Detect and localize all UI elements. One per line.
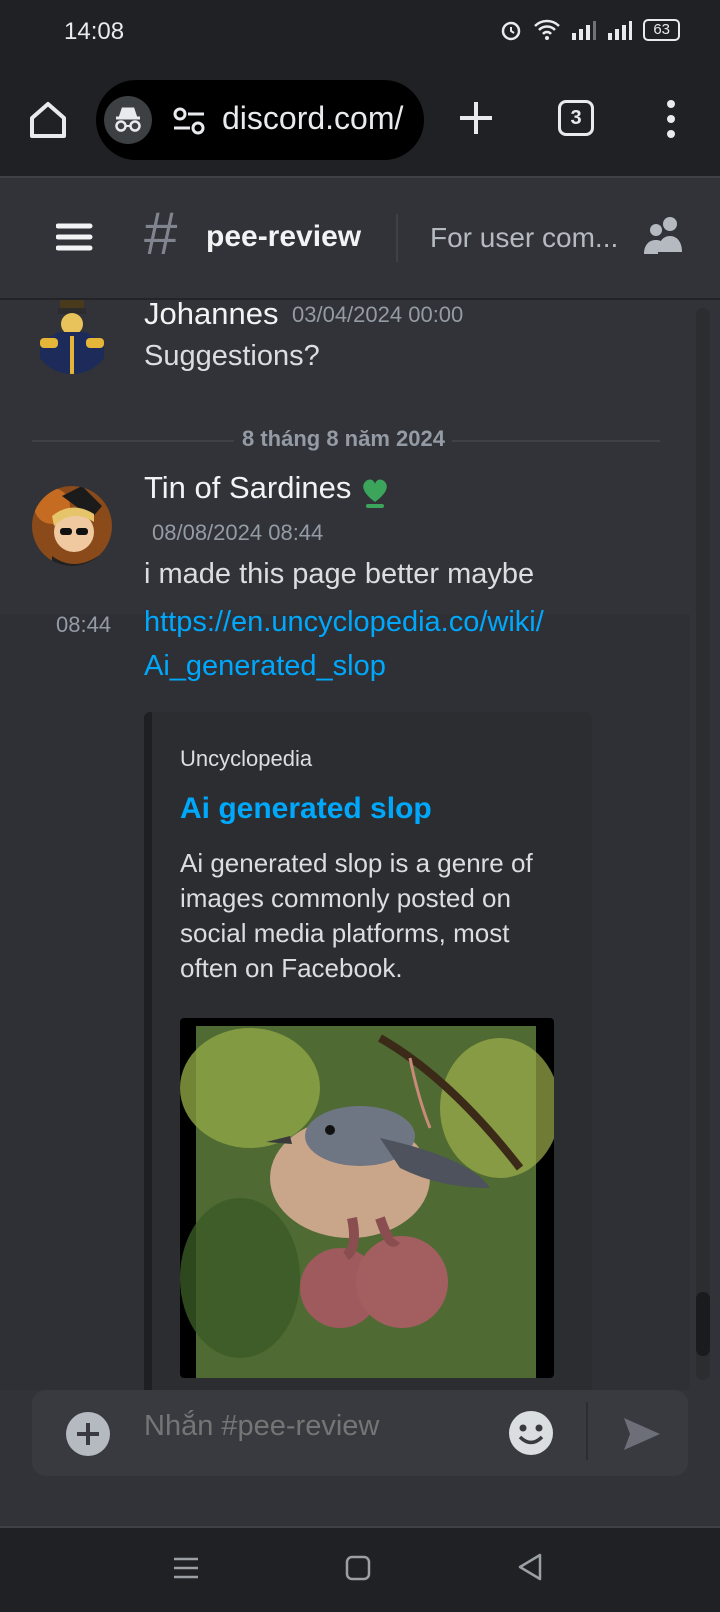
status-icons: 63 <box>499 18 680 42</box>
server-badge-icon <box>363 479 387 508</box>
home-square-icon[interactable] <box>344 1554 372 1582</box>
composer-area <box>0 1390 720 1526</box>
system-nav-bar <box>0 1526 720 1612</box>
more-menu-icon[interactable] <box>656 94 686 144</box>
scrollbar-thumb[interactable] <box>696 1292 710 1356</box>
channel-hash-icon: # <box>144 200 178 267</box>
wifi-icon <box>534 19 561 40</box>
message-input[interactable] <box>144 1410 484 1443</box>
signal-icon-1 <box>572 21 597 40</box>
scrollbar[interactable] <box>696 308 710 1380</box>
browser-toolbar: discord.com/ 3 <box>0 64 720 176</box>
status-time: 14:08 <box>64 18 125 45</box>
message-content: Suggestions? <box>144 340 320 372</box>
send-icon[interactable] <box>622 1416 662 1452</box>
tab-switcher-button[interactable]: 3 <box>558 100 594 136</box>
site-settings-icon[interactable] <box>172 106 206 136</box>
channel-header: # pee-review For user com... <box>0 176 720 300</box>
embed-image[interactable] <box>180 1018 554 1378</box>
composer-divider <box>586 1402 588 1460</box>
message-composer <box>32 1390 688 1476</box>
signal-icon-2 <box>608 21 633 40</box>
emoji-icon[interactable] <box>508 1410 554 1456</box>
message-timestamp: 08/08/2024 08:44 <box>152 520 324 545</box>
members-icon[interactable] <box>640 212 688 260</box>
plus-icon <box>77 1423 99 1445</box>
url-text: discord.com/ <box>222 100 404 136</box>
message-timestamp: 03/04/2024 00:00 <box>292 302 464 327</box>
incognito-icon <box>104 96 152 144</box>
message-author[interactable]: Johannes <box>144 300 278 332</box>
avatar-johannes[interactable] <box>32 300 112 374</box>
back-icon[interactable] <box>516 1552 546 1582</box>
alarm-icon <box>502 21 521 41</box>
message-link[interactable]: https://en.uncyclopedia.co/wiki/ <box>144 606 544 639</box>
followup-timestamp: 08:44 <box>56 612 112 637</box>
embed-title[interactable]: Ai generated slop <box>180 792 432 826</box>
embed-provider[interactable]: Uncyclopedia <box>180 746 312 772</box>
date-divider-line-left <box>32 440 234 442</box>
hamburger-menu-icon[interactable] <box>56 222 96 252</box>
embed-description: Ai generated slop is a genre of images c… <box>180 848 533 983</box>
recents-icon[interactable] <box>172 1554 200 1582</box>
address-bar[interactable]: discord.com/ <box>96 80 424 160</box>
attach-plus-button[interactable] <box>66 1412 110 1456</box>
battery-indicator: 63 <box>643 19 680 41</box>
message-content: i made this page better maybe <box>144 558 535 590</box>
date-divider-label: 8 tháng 8 năm 2024 <box>242 426 445 451</box>
header-divider <box>396 214 398 262</box>
channel-topic[interactable]: For user com... <box>430 222 618 254</box>
message-list[interactable]: Johannes 03/04/2024 00:00 Suggestions? 8… <box>0 300 720 1390</box>
link-embed: Uncyclopedia Ai generated slop Ai genera… <box>144 712 592 1390</box>
message-link-continued[interactable]: Ai_generated_slop <box>144 650 386 683</box>
home-icon[interactable] <box>26 98 70 142</box>
status-bar: 14:08 63 <box>0 0 720 64</box>
avatar-tin-of-sardines[interactable] <box>32 486 112 566</box>
message-author[interactable]: Tin of Sardines <box>144 470 351 506</box>
new-tab-plus-icon[interactable] <box>454 96 498 140</box>
date-divider-line-right <box>452 440 660 442</box>
channel-name[interactable]: pee-review <box>206 220 361 254</box>
